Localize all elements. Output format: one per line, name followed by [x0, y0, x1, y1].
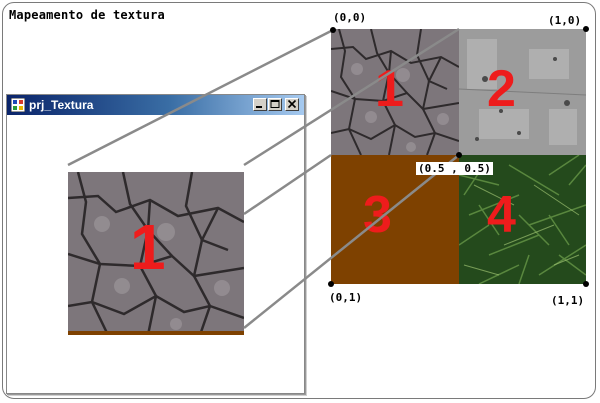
- coord-bottom-right: (1,1): [551, 294, 585, 307]
- mapping-lines: [67, 26, 589, 329]
- vertex-top-right: [583, 26, 589, 32]
- vertex-top-left: [330, 27, 336, 33]
- coord-top-left: (0,0): [333, 11, 367, 24]
- coord-center: (0.5 , 0.5): [416, 162, 493, 175]
- vertex-center: [456, 152, 462, 158]
- vertex-bottom-right: [583, 281, 589, 287]
- coord-top-right: (1,0): [548, 14, 582, 27]
- coord-bottom-left: (0,1): [329, 291, 363, 304]
- vertex-bottom-left: [328, 281, 334, 287]
